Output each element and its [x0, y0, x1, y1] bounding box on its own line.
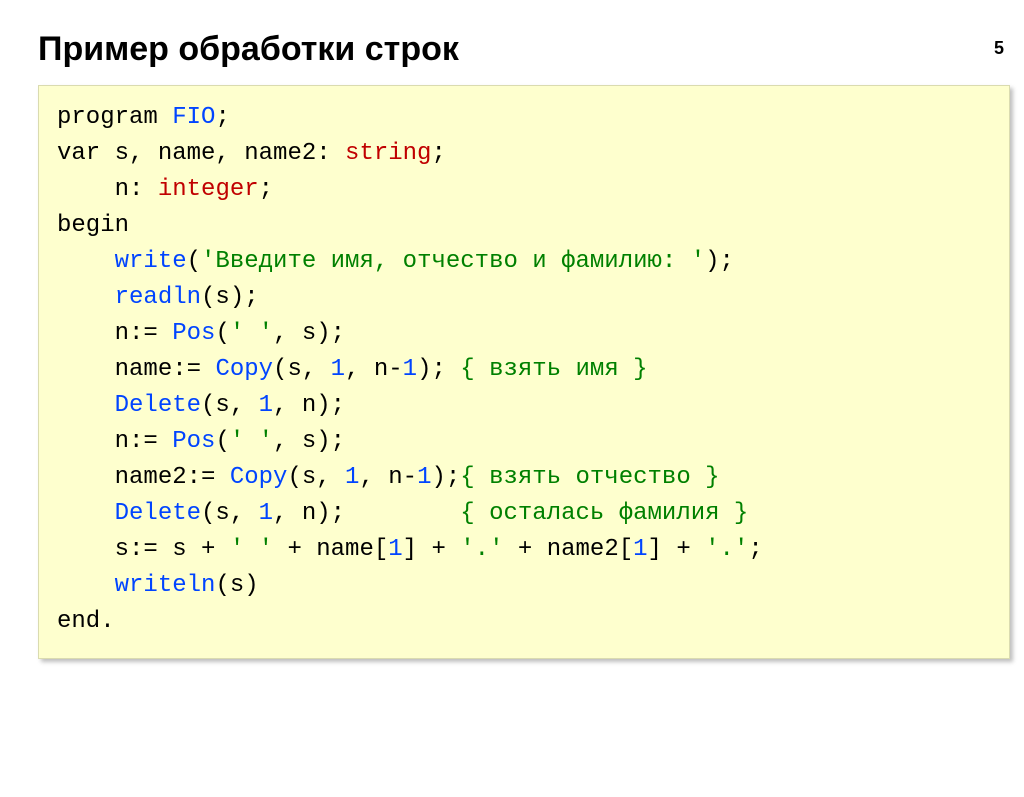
number: 1 [259, 392, 273, 419]
string-literal: '.' [460, 536, 503, 563]
string-literal: ' ' [230, 536, 273, 563]
number: 1 [345, 464, 359, 491]
text: , s); [273, 320, 345, 347]
text: ); [431, 464, 460, 491]
code-line: Delete(s, 1, n); { осталась фамилия } [57, 500, 748, 527]
text: + name[ [273, 536, 388, 563]
code-line: end. [57, 608, 115, 635]
punct: ( [187, 248, 201, 275]
indent [57, 464, 115, 491]
indent [57, 248, 115, 275]
string-literal: '.' [705, 536, 748, 563]
comment: { осталась фамилия } [460, 500, 748, 527]
fn-writeln: writeln [115, 572, 216, 599]
indent [57, 428, 115, 455]
punct: ; [748, 536, 762, 563]
number: 1 [403, 356, 417, 383]
code-line: begin [57, 212, 129, 239]
text: s, name, name2: [115, 140, 345, 167]
indent [57, 320, 115, 347]
text: (s, [201, 392, 259, 419]
number: 1 [331, 356, 345, 383]
text: n:= [115, 320, 173, 347]
kw-begin: begin [57, 212, 129, 239]
kw-var: var [57, 140, 115, 167]
fn-pos: Pos [172, 428, 215, 455]
punct: ; [259, 176, 273, 203]
fn-copy: Copy [230, 464, 288, 491]
text: n:= [115, 428, 173, 455]
text: , n- [345, 356, 403, 383]
code-line: readln(s); [57, 284, 259, 311]
text: + name2[ [504, 536, 634, 563]
text: , n- [359, 464, 417, 491]
code-line: name2:= Copy(s, 1, n-1);{ взять отчество… [57, 464, 720, 491]
indent [57, 356, 115, 383]
code-line: program FIO; [57, 104, 230, 131]
text: (s); [201, 284, 259, 311]
code-line: var s, name, name2: string; [57, 140, 446, 167]
code-line: name:= Copy(s, 1, n-1); { взять имя } [57, 356, 648, 383]
number: 1 [388, 536, 402, 563]
code-line: s:= s + ' ' + name[1] + '.' + name2[1] +… [57, 536, 763, 563]
punct: ); [705, 248, 734, 275]
number: 1 [417, 464, 431, 491]
number: 1 [259, 500, 273, 527]
fn-delete: Delete [115, 392, 201, 419]
code-line: n: integer; [57, 176, 273, 203]
text: name:= [115, 356, 216, 383]
text: ] + [648, 536, 706, 563]
text: s:= s + [115, 536, 230, 563]
id-fio: FIO [172, 104, 215, 131]
comment: { взять имя } [460, 356, 647, 383]
page-title: Пример обработки строк [38, 30, 1024, 69]
code-line: writeln(s) [57, 572, 259, 599]
string-literal: 'Введите имя, отчество и фамилию: ' [201, 248, 705, 275]
indent [57, 176, 115, 203]
punct: ; [215, 104, 229, 131]
text: (s) [215, 572, 258, 599]
indent [57, 392, 115, 419]
number: 1 [633, 536, 647, 563]
text: , n); [273, 392, 345, 419]
type-string: string [345, 140, 431, 167]
text: , n); [273, 500, 460, 527]
punct: ( [215, 428, 229, 455]
code-block: program FIO; var s, name, name2: string;… [38, 85, 1010, 659]
text: , s); [273, 428, 345, 455]
code-line: n:= Pos(' ', s); [57, 320, 345, 347]
string-literal: ' ' [230, 428, 273, 455]
code-line: Delete(s, 1, n); [57, 392, 345, 419]
text: n: [115, 176, 158, 203]
text: ] + [403, 536, 461, 563]
fn-copy: Copy [215, 356, 273, 383]
type-integer: integer [158, 176, 259, 203]
text: ); [417, 356, 460, 383]
fn-write: write [115, 248, 187, 275]
text: (s, [201, 500, 259, 527]
indent [57, 500, 115, 527]
punct: ( [215, 320, 229, 347]
string-literal: ' ' [230, 320, 273, 347]
code-line: write('Введите имя, отчество и фамилию: … [57, 248, 734, 275]
comment: { взять отчество } [460, 464, 719, 491]
fn-delete: Delete [115, 500, 201, 527]
page-number: 5 [994, 38, 1004, 59]
indent [57, 572, 115, 599]
text: (s, [273, 356, 331, 383]
punct: ; [431, 140, 445, 167]
code-line: n:= Pos(' ', s); [57, 428, 345, 455]
kw-program: program [57, 104, 172, 131]
fn-pos: Pos [172, 320, 215, 347]
text: (s, [287, 464, 345, 491]
fn-readln: readln [115, 284, 201, 311]
indent [57, 284, 115, 311]
text: name2:= [115, 464, 230, 491]
indent [57, 536, 115, 563]
kw-end: end. [57, 608, 115, 635]
